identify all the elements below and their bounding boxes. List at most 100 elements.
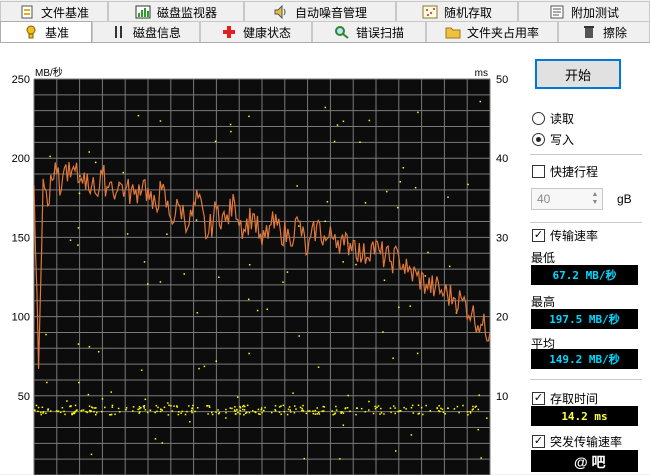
y-tick-label-right: 10 — [496, 391, 508, 403]
access-time-point — [188, 405, 190, 407]
access-time-point — [88, 151, 90, 153]
access-time-point — [342, 261, 344, 263]
access-time-point — [92, 407, 94, 409]
access-time-point — [439, 410, 441, 413]
disk-monitor-icon — [135, 5, 151, 19]
tab-health[interactable]: 健康状态 — [200, 21, 312, 42]
access-time-point — [477, 408, 480, 411]
access-time-point — [159, 281, 162, 283]
write-radio[interactable]: 写入 — [532, 131, 574, 148]
access-time-point — [412, 412, 415, 414]
access-time-point — [308, 410, 311, 412]
access-time-point — [301, 407, 303, 410]
quick-stroke-box — [532, 165, 545, 178]
read-radio[interactable]: 读取 — [532, 110, 574, 127]
access-time-point — [364, 202, 367, 204]
access-time-point — [326, 201, 329, 203]
y-tick-label-left: 100 — [12, 312, 30, 324]
access-time-point — [96, 411, 98, 414]
access-time-point — [234, 406, 236, 408]
access-time-point — [374, 405, 376, 408]
access-time-point — [149, 409, 152, 412]
access-time-point — [203, 365, 206, 368]
access-time-point — [287, 408, 290, 411]
access-time-point — [280, 413, 282, 416]
access-time-checkbox[interactable]: ✓ 存取时间 — [532, 390, 598, 407]
access-time-point — [198, 367, 200, 370]
tab-aam[interactable]: 自动噪音管理 — [244, 1, 396, 22]
access-time-point — [469, 410, 472, 413]
access-time-point — [258, 413, 260, 415]
read-radio-label: 读取 — [550, 112, 575, 126]
access-time-point — [376, 406, 378, 409]
access-time-point — [181, 410, 184, 413]
access-time-point — [236, 408, 238, 411]
access-time-point — [390, 411, 392, 414]
tab-error-scan[interactable]: 错误扫描 — [312, 21, 426, 42]
access-time-point — [334, 412, 336, 415]
access-time-point — [77, 244, 79, 246]
access-time-point — [282, 281, 284, 283]
tab-disk-info[interactable]: 磁盘信息 — [92, 21, 200, 42]
speaker-icon — [273, 4, 289, 20]
disk-info-icon — [111, 25, 127, 39]
access-time-point — [73, 412, 76, 415]
quick-stroke-input[interactable]: 40 ▲ ▼ — [531, 188, 603, 210]
access-time-point — [305, 412, 308, 415]
access-time-point — [242, 408, 244, 411]
tab-folder-usage[interactable]: 文件夹占用率 — [426, 21, 558, 42]
y-axis-unit-left: MB/秒 — [35, 66, 63, 79]
access-time-point — [243, 413, 245, 416]
access-time-point — [195, 219, 198, 221]
access-time-point — [347, 394, 349, 397]
tab-extra-tests[interactable]: 附加测试 — [518, 1, 650, 22]
y-tick-label-right: 20 — [496, 312, 508, 324]
tab-erase[interactable]: 擦除 — [558, 21, 650, 42]
access-time-point — [159, 120, 162, 122]
access-time-point — [299, 406, 302, 409]
access-time-point — [196, 312, 199, 314]
tab-file-benchmark[interactable]: 文件基准 — [0, 1, 108, 22]
access-time-point — [138, 412, 140, 414]
tab-label: 擦除 — [602, 25, 627, 40]
tab-benchmark[interactable]: 基准 — [0, 21, 92, 42]
access-time-point — [111, 406, 114, 408]
tab-disk-monitor[interactable]: 磁盘监视器 — [108, 1, 244, 22]
access-time-point — [138, 408, 141, 410]
tab-random-access[interactable]: 随机存取 — [396, 1, 518, 22]
access-time-point — [111, 404, 114, 407]
spin-arrows-icon[interactable]: ▲ ▼ — [588, 189, 602, 209]
access-time-point — [207, 413, 209, 415]
access-time-point — [82, 409, 85, 411]
quick-stroke-checkbox[interactable]: 快捷行程 — [532, 163, 598, 180]
access-time-point — [61, 406, 64, 409]
access-time-point — [314, 413, 317, 415]
access-time-point — [45, 333, 47, 336]
access-time-point — [214, 140, 217, 143]
access-time-point — [101, 398, 104, 400]
access-time-point — [278, 411, 281, 413]
access-time-point — [409, 305, 412, 307]
max-label: 最高 — [531, 295, 556, 309]
access-time-point — [312, 410, 314, 412]
burst-rate-checkbox[interactable]: ✓ 突发传输速率 — [532, 433, 622, 450]
access-time-point — [389, 407, 392, 409]
access-time-point — [298, 335, 300, 337]
access-time-point — [453, 408, 456, 410]
access-time-point — [168, 404, 170, 407]
access-time-point — [394, 450, 397, 452]
access-time-point — [364, 410, 367, 413]
access-time-point — [163, 406, 166, 409]
start-button[interactable]: 开始 — [535, 59, 621, 89]
access-time-point — [317, 366, 320, 368]
access-time-point — [257, 408, 260, 411]
access-time-point — [302, 404, 304, 407]
transfer-rate-checkbox[interactable]: ✓ 传输速率 — [532, 227, 598, 244]
access-time-point — [118, 411, 121, 413]
access-time-point — [333, 140, 336, 143]
access-time-point — [260, 408, 262, 411]
access-time-readout: 14.2 ms — [531, 406, 638, 426]
access-time-point — [260, 407, 263, 409]
random-access-icon — [422, 5, 438, 19]
access-time-point — [312, 412, 315, 415]
